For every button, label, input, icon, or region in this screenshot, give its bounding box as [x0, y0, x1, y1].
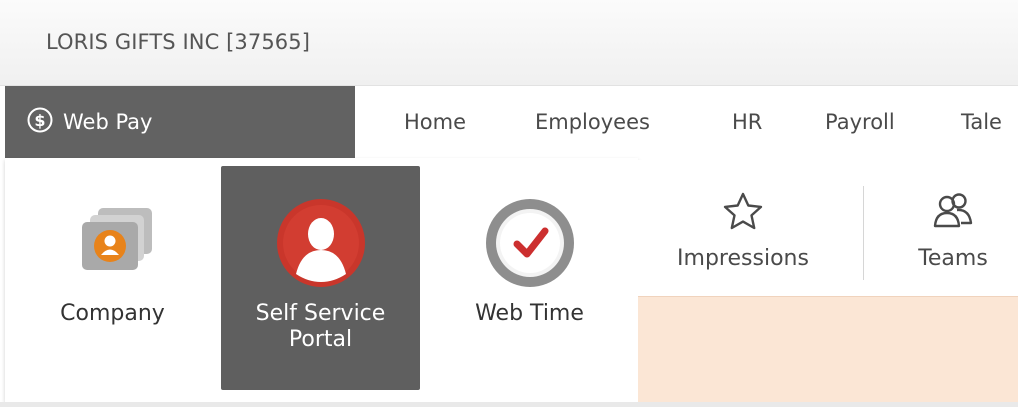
top-navigation: Home Employees HR Payroll Tale	[355, 86, 1018, 158]
app-tile-label: Web Time	[475, 301, 584, 326]
star-outline-icon	[723, 192, 763, 230]
app-root: LORIS GIFTS INC [37565] $ Web Pay Home E…	[0, 0, 1018, 407]
app-tile-label: Self Service Portal	[255, 301, 386, 352]
dollar-circle-icon: $	[27, 107, 53, 133]
quick-tools: Impressions Teams	[638, 160, 1018, 296]
person-circle-icon	[276, 199, 365, 287]
impressions-label: Impressions	[677, 246, 809, 271]
svg-text:$: $	[34, 111, 45, 130]
nav-employees[interactable]: Employees	[535, 110, 650, 134]
app-tile-self-service-portal[interactable]: Self Service Portal	[221, 166, 420, 390]
bottom-divider	[0, 402, 1018, 407]
company-cards-icon	[81, 208, 152, 270]
app-tile-web-time[interactable]: Web Time	[430, 166, 629, 390]
company-name: LORIS GIFTS INC [37565]	[46, 30, 311, 54]
company-header: LORIS GIFTS INC [37565]	[0, 0, 1018, 86]
nav-home[interactable]: Home	[404, 110, 466, 134]
web-pay-tab[interactable]: $ Web Pay	[5, 86, 355, 158]
app-tile-company[interactable]: Company	[13, 166, 212, 390]
people-outline-icon	[933, 193, 973, 228]
web-pay-label: Web Pay	[63, 110, 153, 134]
toolbar-divider	[863, 186, 864, 280]
nav-talent[interactable]: Tale	[961, 110, 1002, 134]
nav-hr[interactable]: HR	[732, 110, 762, 134]
app-tile-label: Company	[60, 301, 165, 326]
content-banner	[638, 296, 1018, 402]
impressions-button[interactable]: Impressions	[658, 160, 828, 290]
clock-check-icon	[485, 199, 574, 287]
nav-payroll[interactable]: Payroll	[825, 110, 895, 134]
app-switcher-panel: Company Self Service Portal Web Time	[5, 158, 638, 402]
teams-label: Teams	[918, 246, 988, 271]
teams-button[interactable]: Teams	[893, 160, 1013, 290]
